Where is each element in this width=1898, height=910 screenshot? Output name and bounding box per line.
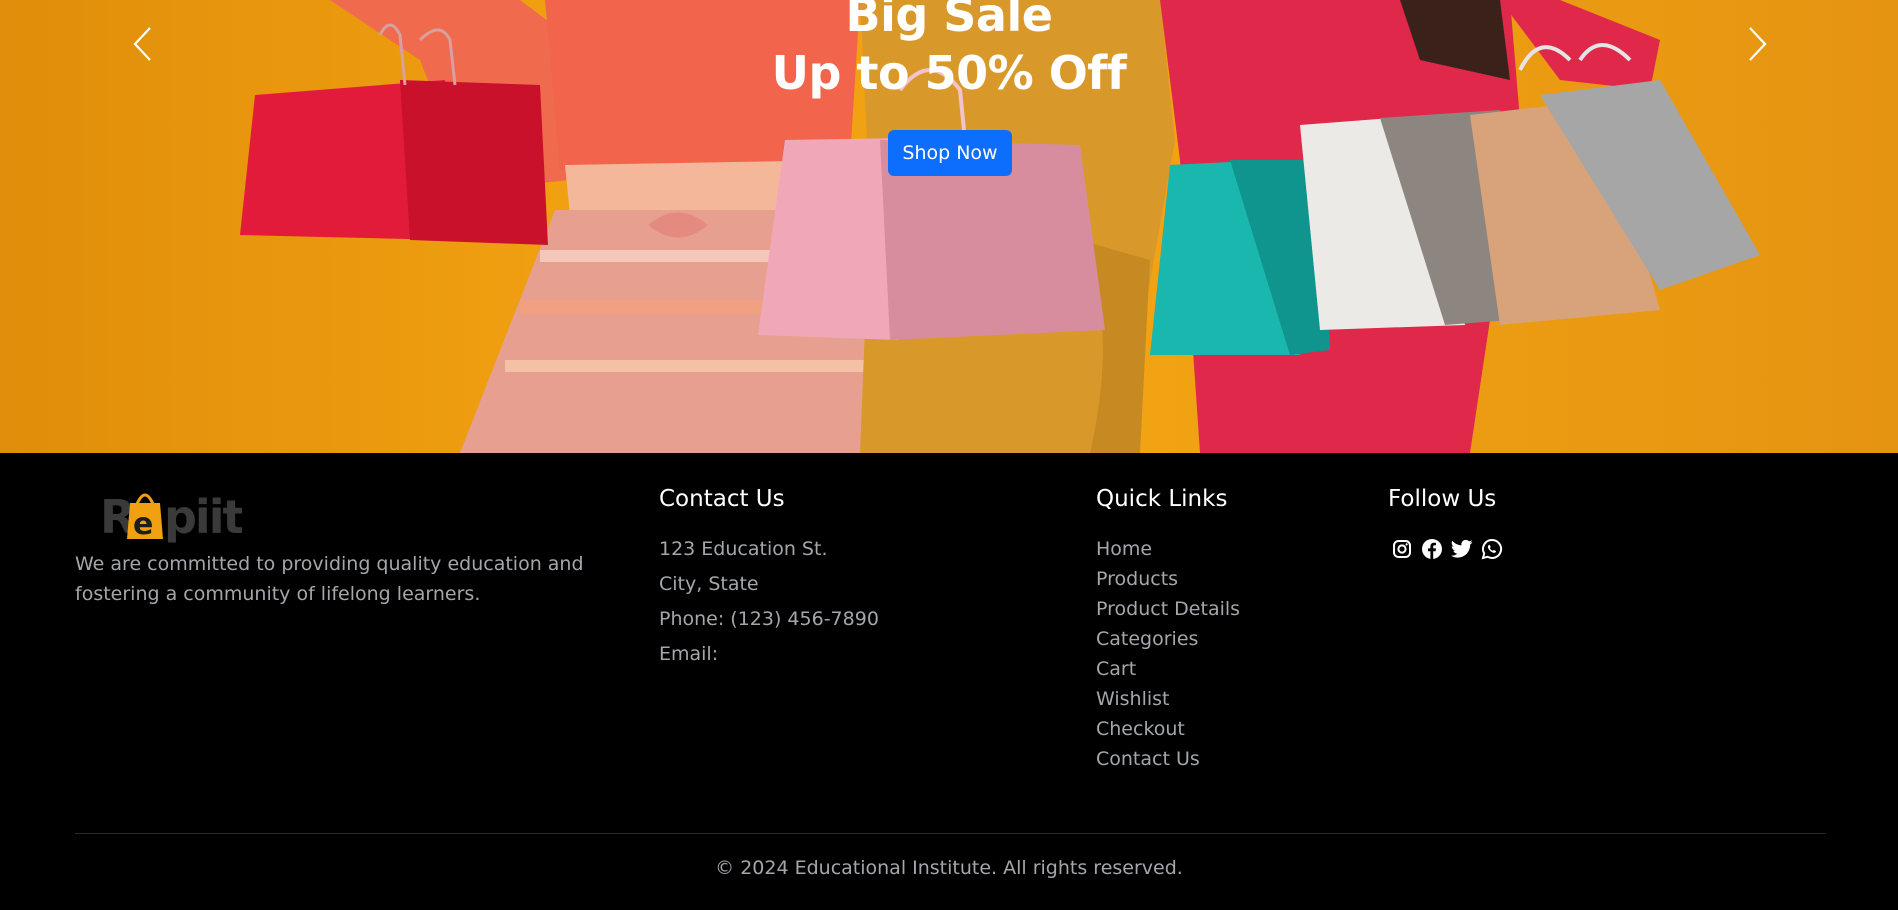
footer-divider (75, 833, 1826, 834)
hero-carousel: Big Sale Up to 50% Off Shop Now (0, 0, 1898, 453)
contact-email: Email: (659, 643, 719, 665)
contact-heading: Contact Us (659, 486, 785, 512)
carousel-prev-button[interactable] (122, 22, 162, 66)
hero-title-line1: Big Sale (845, 0, 1053, 42)
svg-text:piit: piit (164, 490, 242, 543)
quick-links-heading: Quick Links (1096, 486, 1228, 512)
about-text: We are committed to providing quality ed… (75, 553, 584, 605)
instagram-link[interactable] (1390, 537, 1414, 561)
footer-link-product-details[interactable]: Product Details (1096, 596, 1240, 622)
instagram-icon (1393, 540, 1411, 558)
hero-title-line2: Up to 50% Off (771, 46, 1127, 100)
site-footer: R e piit We are committed to providing q… (0, 453, 1898, 910)
svg-text:e: e (133, 507, 153, 542)
copyright-text: © 2024 Educational Institute. All rights… (715, 857, 1183, 879)
facebook-icon (1422, 539, 1442, 559)
chevron-right-icon (1749, 27, 1767, 61)
carousel-next-button[interactable] (1738, 22, 1778, 66)
shop-now-button[interactable]: Shop Now (888, 130, 1012, 176)
follow-heading: Follow Us (1388, 486, 1497, 512)
chevron-left-icon (133, 27, 151, 61)
footer-link-home[interactable]: Home (1096, 536, 1152, 562)
brand-logo: R e piit (100, 490, 242, 543)
footer-link-contact-us[interactable]: Contact Us (1096, 746, 1200, 772)
footer-link-categories[interactable]: Categories (1096, 626, 1198, 652)
footer-link-wishlist[interactable]: Wishlist (1096, 686, 1170, 712)
contact-address1: 123 Education St. (659, 538, 828, 560)
contact-phone: Phone: (123) 456-7890 (659, 608, 879, 630)
twitter-link[interactable] (1450, 537, 1474, 561)
footer-link-products[interactable]: Products (1096, 566, 1178, 592)
facebook-link[interactable] (1420, 537, 1444, 561)
contact-address2: City, State (659, 573, 759, 595)
footer-link-cart[interactable]: Cart (1096, 656, 1136, 682)
twitter-icon (1451, 539, 1473, 558)
whatsapp-link[interactable] (1480, 537, 1504, 561)
whatsapp-icon (1481, 538, 1503, 560)
footer-link-checkout[interactable]: Checkout (1096, 716, 1185, 742)
